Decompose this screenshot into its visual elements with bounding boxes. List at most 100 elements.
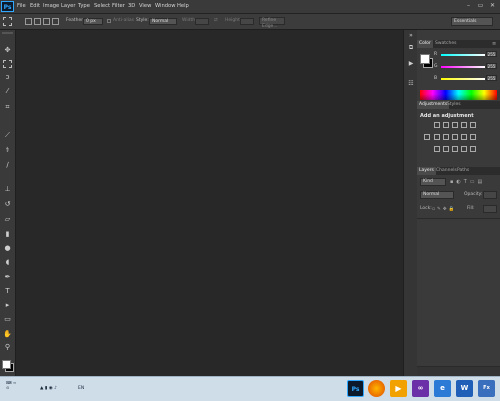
channel-mixer-icon[interactable] (461, 134, 467, 140)
input-indicator[interactable]: ⌨ ≈ ⊙ (6, 380, 20, 390)
antialias-checkbox[interactable] (107, 19, 111, 23)
subtract-selection-icon[interactable] (43, 18, 50, 25)
color-balance-icon[interactable] (434, 134, 440, 140)
gradient-tool-icon[interactable]: ▮ (3, 230, 12, 239)
menu-window[interactable]: Window (155, 0, 175, 13)
clone-stamp-tool-icon[interactable]: ⊥ (3, 185, 12, 194)
tab-paths[interactable]: Paths (455, 167, 471, 175)
menu-edit[interactable]: Edit (30, 0, 40, 13)
hue-saturation-icon[interactable] (424, 134, 430, 140)
foreground-color-swatch[interactable] (2, 360, 11, 369)
path-select-tool-icon[interactable]: ▸ (3, 301, 12, 310)
style-select[interactable]: Normal (149, 18, 177, 25)
foreground-swatch[interactable] (420, 54, 430, 64)
crop-tool-icon[interactable]: ⌗ (3, 103, 12, 112)
taskbar-visual-studio-icon[interactable]: ∞ (412, 380, 429, 397)
tray-icons[interactable]: ▲ ▮ ◉ ♪ (40, 386, 57, 391)
eyedropper-tool-icon[interactable]: ⟋ (3, 131, 12, 140)
marquee-preset-icon[interactable] (3, 17, 12, 26)
fill-input[interactable] (483, 205, 497, 213)
brush-tool-icon[interactable]: ∕ (3, 161, 12, 170)
blur-tool-icon[interactable]: ● (3, 244, 12, 253)
threshold-icon[interactable] (452, 146, 458, 152)
invert-icon[interactable] (434, 146, 440, 152)
channel-g-slider[interactable] (441, 66, 485, 68)
close-icon[interactable]: ✕ (488, 2, 497, 10)
channel-g-value[interactable]: 255 (486, 63, 497, 69)
menu-help[interactable]: Help (177, 0, 189, 13)
collapse-panels-icon[interactable]: » (407, 32, 415, 40)
vibrance-icon[interactable] (470, 122, 476, 128)
taskbar-ie-icon[interactable]: e (434, 380, 451, 397)
taskbar-photoshop[interactable]: Ps (347, 380, 364, 397)
tools-grip[interactable] (2, 32, 13, 34)
tab-color[interactable]: Color (417, 40, 433, 48)
menu-file[interactable]: File (17, 0, 26, 13)
taskbar-word-icon[interactable]: W (456, 380, 473, 397)
channel-b-slider[interactable] (441, 78, 485, 80)
brightness-contrast-icon[interactable] (434, 122, 440, 128)
tab-swatches[interactable]: Swatches (433, 40, 459, 48)
hand-tool-icon[interactable]: ✋ (3, 330, 12, 339)
menu-select[interactable]: Select (94, 0, 110, 13)
quick-select-tool-icon[interactable]: ⁄ (3, 87, 12, 96)
photo-filter-icon[interactable] (452, 134, 458, 140)
shape-tool-icon[interactable]: ▭ (3, 315, 12, 324)
new-selection-icon[interactable] (25, 18, 32, 25)
lock-icons[interactable]: ▫✎✥🔒 (432, 207, 460, 212)
document-canvas-area[interactable] (16, 30, 402, 376)
menu-type[interactable]: Type (78, 0, 90, 13)
properties-panel-icon[interactable]: ☷ (407, 80, 415, 88)
color-spectrum-ramp[interactable] (420, 90, 497, 100)
restore-icon[interactable]: ▭ (476, 2, 485, 10)
zoom-tool-icon[interactable]: ⚲ (3, 343, 12, 352)
type-tool-icon[interactable]: T (3, 287, 12, 296)
language-indicator[interactable]: EN (78, 386, 84, 391)
channel-r-slider[interactable] (441, 54, 485, 56)
workspace-switcher[interactable]: Essentials (451, 17, 493, 26)
layers-list (417, 218, 500, 365)
curves-icon[interactable] (452, 122, 458, 128)
color-panel: R 255 G 255 B 255 (417, 48, 500, 122)
lasso-tool-icon[interactable]: ↄ (3, 73, 12, 82)
menu-view[interactable]: View (139, 0, 151, 13)
feather-input[interactable]: 0 px (83, 18, 103, 25)
tab-styles[interactable]: Styles (445, 101, 463, 109)
layer-filter-kind[interactable]: Kind (420, 178, 446, 186)
menu-image[interactable]: Image (43, 0, 59, 13)
history-brush-tool-icon[interactable]: ↺ (3, 200, 12, 209)
refine-edge-button[interactable]: Refine Edge... (259, 17, 285, 29)
taskbar-app-icon[interactable]: Fx (478, 380, 495, 397)
menu-layer[interactable]: Layer (61, 0, 75, 13)
taskbar-media-icon[interactable]: ▶ (390, 380, 407, 397)
height-input (240, 18, 254, 25)
dodge-tool-icon[interactable]: ◖ (3, 258, 12, 267)
layer-filter-icons[interactable]: ▪◐T▭▤ (450, 178, 498, 186)
panel-menu-icon[interactable]: ≡ (492, 40, 496, 48)
menu-3d[interactable]: 3D (128, 0, 135, 13)
gradient-map-icon[interactable] (461, 146, 467, 152)
taskbar-firefox-icon[interactable] (368, 380, 385, 397)
channel-r-value[interactable]: 255 (486, 51, 497, 57)
pen-tool-icon[interactable]: ✒ (3, 273, 12, 282)
actions-play-icon[interactable]: ▶ (407, 60, 415, 68)
marquee-tool-icon[interactable] (3, 60, 12, 68)
opacity-input[interactable] (483, 191, 497, 199)
posterize-icon[interactable] (443, 146, 449, 152)
selective-color-icon[interactable] (470, 146, 476, 152)
levels-icon[interactable] (443, 122, 449, 128)
blend-mode-select[interactable]: Normal (420, 191, 454, 199)
add-selection-icon[interactable] (34, 18, 41, 25)
black-white-icon[interactable] (443, 134, 449, 140)
history-panel-icon[interactable]: ⧉ (407, 44, 415, 52)
move-tool-icon[interactable]: ✥ (3, 46, 12, 55)
exposure-icon[interactable] (461, 122, 467, 128)
minimize-icon[interactable]: – (464, 2, 473, 10)
healing-brush-tool-icon[interactable]: ⚕ (3, 146, 12, 155)
lock-label: Lock: (420, 206, 432, 211)
color-lookup-icon[interactable] (470, 134, 476, 140)
intersect-selection-icon[interactable] (52, 18, 59, 25)
channel-b-value[interactable]: 255 (486, 75, 497, 81)
menu-filter[interactable]: Filter (112, 0, 125, 13)
eraser-tool-icon[interactable]: ▱ (3, 215, 12, 224)
